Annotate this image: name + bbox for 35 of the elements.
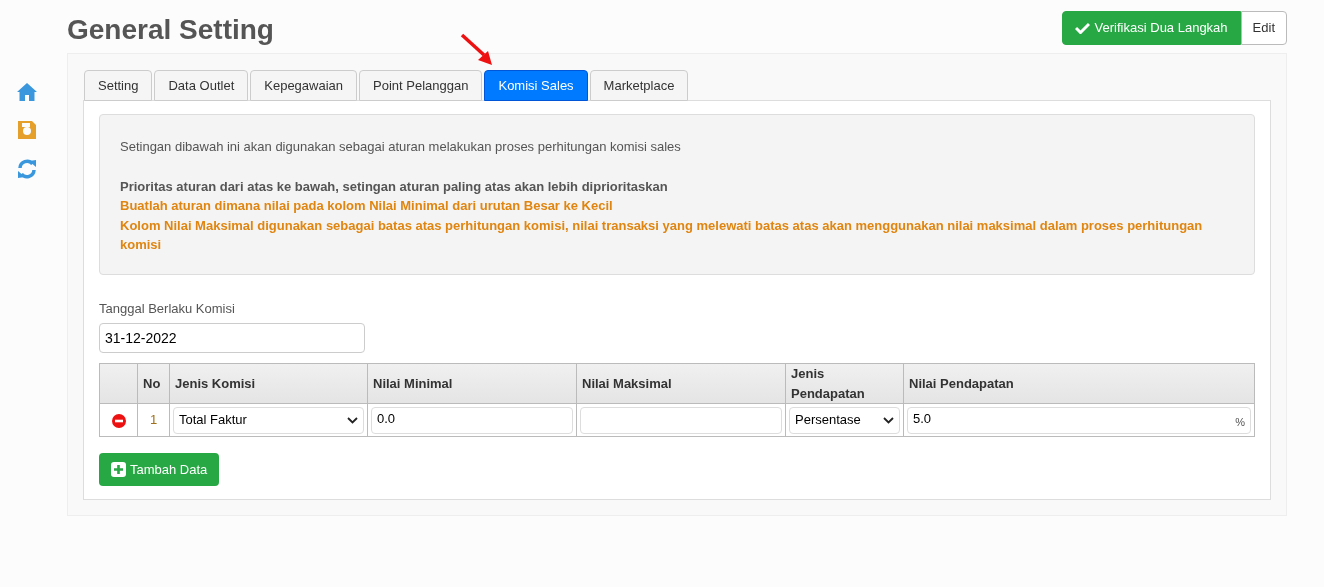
check-icon <box>1074 22 1090 34</box>
input-field[interactable] <box>580 406 782 434</box>
tab[interactable]: Setting <box>84 70 153 101</box>
note-text: Prioritas aturan dari atas ke bawah, setingan aturan paling atas akan lebih diprioritaskan <box>120 177 669 196</box>
input-field[interactable]: 0.0 <box>371 406 573 434</box>
input-field[interactable]: 5.0 % <box>907 406 1251 434</box>
field-label: Tanggal Berlaku Komisi <box>99 299 236 318</box>
column-header: Nilai Minimal <box>367 363 577 404</box>
select-field[interactable]: Total Faktur <box>173 406 364 434</box>
date-field[interactable]: 31-12-2022 <box>99 323 365 353</box>
edit-button[interactable]: Edit <box>1240 11 1287 45</box>
tab[interactable]: Komisi Sales <box>484 70 588 101</box>
remove-icon[interactable] <box>111 413 126 428</box>
column-header: Nilai Pendapatan <box>903 363 1255 404</box>
tab[interactable]: Kepegawaian <box>250 70 358 101</box>
refresh-icon[interactable] <box>16 158 38 180</box>
page-title: General Setting <box>67 16 274 44</box>
tab[interactable]: Point Pelanggan <box>359 70 483 101</box>
note-text: Buatlah aturan dimana nilai pada kolom Nilai Minimal dari urutan Besar ke Kecil <box>120 197 614 215</box>
annotation-arrow <box>460 33 494 67</box>
note-text: Kolom Nilai Maksimal digunakan sebagai batas atas perhitungan komisi, nilai transaksi yang melewati batas atas akan menggunakan nilai maksimal dalam proses perhitungan komisi <box>120 216 1204 254</box>
select-field[interactable]: Persentase <box>789 406 900 434</box>
row-number: 1 <box>149 412 158 428</box>
column-header: Jenis Pendapatan <box>785 363 904 404</box>
chevron-down-icon <box>883 416 894 424</box>
info-text: Setingan dibawah ini akan digunakan sebagai aturan melakukan proses perhitungan komisi sales <box>120 138 682 156</box>
home-icon[interactable] <box>16 82 38 102</box>
column-header: Jenis Komisi <box>169 363 368 404</box>
column-header: Nilai Maksimal <box>576 363 786 404</box>
tab[interactable]: Marketplace <box>589 70 689 101</box>
chevron-down-icon <box>347 416 358 424</box>
plus-icon <box>111 462 126 477</box>
tab[interactable]: Data Outlet <box>154 70 249 101</box>
column-header: No <box>137 363 170 404</box>
save-icon[interactable] <box>16 119 38 141</box>
